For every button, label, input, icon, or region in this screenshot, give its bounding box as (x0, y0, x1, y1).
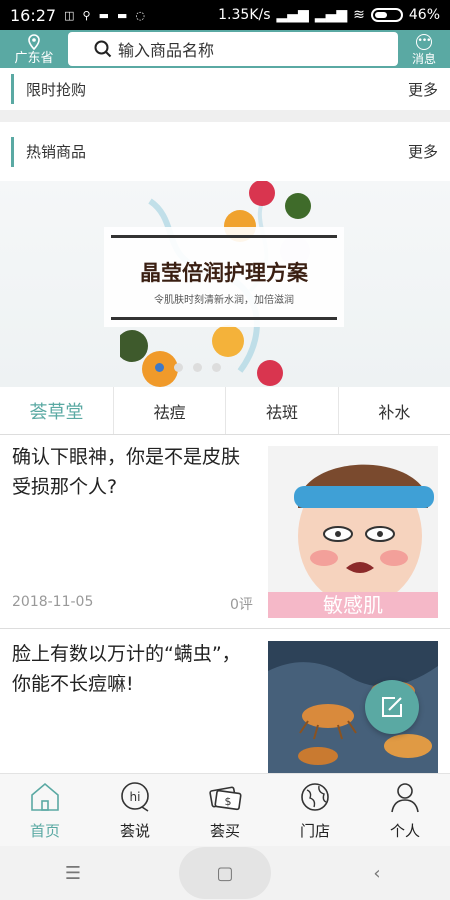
message-button[interactable]: ••• 消息 (398, 33, 450, 66)
status-icons: ◫ ⚲ ▬ ▬ ◌ (64, 9, 145, 22)
chat-icon: hi (121, 782, 149, 812)
more-link[interactable]: 更多 (408, 141, 438, 162)
nav-talk[interactable]: hi 荟说 (90, 774, 180, 846)
app-header: 广东省 输入商品名称 ••• 消息 (0, 30, 450, 68)
nav-label: 个人 (389, 822, 420, 840)
search-placeholder: 输入商品名称 (118, 41, 215, 60)
banner-text-panel: 晶莹倍润护理方案 令肌肤时刻清新水润，加倍滋润 (104, 227, 344, 327)
nav-label: 首页 (29, 822, 60, 840)
menu-button[interactable]: ☰ (27, 847, 119, 899)
nav-label: 荟买 (209, 822, 240, 840)
banner-title: 晶莹倍润护理方案 (140, 261, 308, 285)
nav-label: 荟说 (119, 822, 150, 840)
user-icon (391, 783, 419, 813)
app-icon: ◫ (64, 8, 75, 22)
pagination-dot[interactable] (212, 363, 221, 372)
svg-text:hi: hi (130, 790, 141, 804)
tab-brand[interactable]: 荟草堂 (0, 387, 113, 434)
banner-pagination (155, 363, 221, 372)
wifi-icon: ≋ (353, 7, 365, 23)
back-button[interactable]: ‹ (331, 847, 423, 899)
location-selector[interactable]: 广东省 (0, 33, 68, 66)
nav-home[interactable]: 首页 (0, 774, 90, 846)
square-icon: ▢ (216, 862, 234, 884)
banner-rule (111, 235, 337, 238)
section-accent-bar (11, 136, 14, 167)
banner-subtitle: 令肌肤时刻清新水润，加倍滋润 (154, 295, 294, 306)
nav-profile[interactable]: 个人 (360, 774, 450, 846)
more-link[interactable]: 更多 (408, 79, 438, 100)
edit-icon (382, 697, 402, 717)
section-title: 热销商品 (26, 143, 87, 161)
battery-level: 46% (408, 7, 440, 23)
pagination-dot[interactable] (155, 363, 164, 372)
compose-button[interactable] (365, 680, 419, 734)
bottom-nav: 首页 hi 荟说 $ 荟买 门店 个人 (0, 773, 450, 846)
article-card[interactable]: 确认下眼神，你是不是皮肤受损那个人? 2018-11-05 0评 敏感肌 (0, 436, 450, 628)
article-comments: 0评 (230, 597, 253, 613)
pagination-dot[interactable] (193, 363, 202, 372)
message-status-icon-2: ▬ (116, 8, 128, 22)
tab-hydration[interactable]: 补水 (337, 387, 450, 434)
notification-icon: ◌ (135, 8, 145, 22)
article-thumbnail: 敏感肌 (268, 446, 438, 618)
banner-rule (111, 317, 337, 320)
battery-icon (370, 8, 403, 22)
status-time: 16:27 (10, 5, 57, 25)
article-title: 脸上有数以万计的“螨虫”，你能不长痘嘛! (12, 643, 241, 695)
image-caption: 敏感肌 (323, 593, 383, 617)
article-title: 确认下眼神，你是不是皮肤受损那个人? (12, 446, 241, 498)
section-accent-bar (11, 74, 14, 104)
cartoon-face-image: 敏感肌 (268, 464, 438, 618)
message-icon: ••• (416, 33, 432, 50)
section-hot-products: 热销商品 更多 (0, 122, 450, 181)
section-flash-sale: 限时抢购 更多 (0, 68, 450, 110)
svg-text:$: $ (225, 795, 232, 808)
message-status-icon: ▬ (98, 8, 109, 22)
menu-icon: ☰ (64, 862, 82, 884)
pagination-dot[interactable] (174, 363, 183, 372)
globe-icon (301, 783, 329, 811)
location-status-icon: ⚲ (82, 8, 91, 22)
home-icon (31, 782, 59, 811)
section-title: 限时抢购 (26, 80, 87, 99)
home-button[interactable]: ▢ (179, 847, 271, 899)
back-icon: ‹ (373, 862, 381, 884)
nav-store[interactable]: 门店 (270, 774, 360, 846)
nav-buy[interactable]: $ 荟买 (180, 774, 270, 846)
signal-icon: ▂▄▆ (276, 7, 309, 23)
search-input[interactable]: 输入商品名称 (68, 32, 398, 66)
article-date: 2018-11-05 (12, 594, 94, 610)
promo-banner[interactable]: 晶莹倍润护理方案 令肌肤时刻清新水润，加倍滋润 (0, 181, 450, 387)
message-label: 消息 (411, 51, 436, 66)
money-icon: $ (209, 786, 242, 811)
location-label: 广东省 (14, 50, 54, 66)
status-bar: 16:27 ◫ ⚲ ▬ ▬ ◌ 1.35K/s ▂▄▆ ▂▄▆ ≋ 46% (0, 0, 450, 30)
category-tabs: 荟草堂 祛痘 祛斑 补水 (0, 387, 450, 435)
nav-label: 门店 (299, 822, 330, 840)
section-gap (0, 110, 450, 122)
network-speed: 1.35K/s (218, 7, 271, 23)
signal-icon-2: ▂▄▆ (314, 7, 348, 23)
tab-spots[interactable]: 祛斑 (225, 387, 337, 434)
tab-acne[interactable]: 祛痘 (113, 387, 225, 434)
search-icon (94, 40, 112, 58)
location-pin-icon (28, 33, 40, 50)
system-nav-bar: ☰ ▢ ‹ (0, 846, 450, 900)
